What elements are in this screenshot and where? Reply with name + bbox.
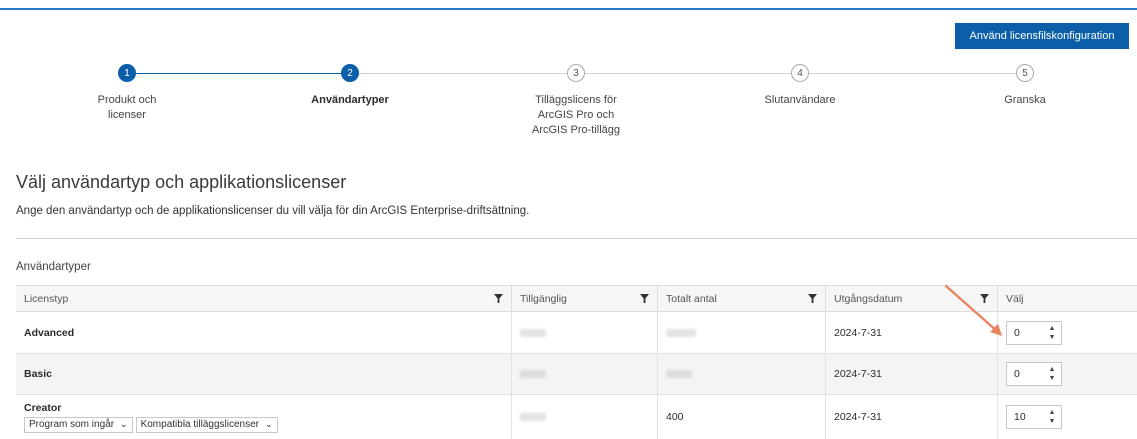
step-1-label: Produkt och licenser (97, 94, 157, 121)
expiry-cell: 2024-7-31 (826, 354, 998, 394)
included-apps-dropdown[interactable]: Program som ingår ⌄ (24, 416, 133, 433)
redacted-value (666, 328, 696, 337)
filter-icon[interactable] (808, 294, 817, 303)
select-cell: 0 ▲ ▼ (998, 354, 1137, 394)
quantity-stepper[interactable]: 10 ▲ ▼ (1006, 405, 1062, 429)
select-cell: 10 ▲ ▼ (998, 395, 1137, 439)
use-license-file-config-button[interactable]: Använd licensfilskonfiguration (955, 23, 1129, 49)
license-type-cell: Basic (16, 354, 512, 394)
compatible-addons-dropdown[interactable]: Kompatibla tilläggslicenser ⌄ (135, 416, 278, 433)
section-divider (16, 238, 1137, 239)
spin-up-icon[interactable]: ▲ (1049, 366, 1056, 373)
stepper-value[interactable]: 0 (1014, 327, 1020, 339)
stepper-spin[interactable]: ▲ ▼ (1047, 409, 1057, 425)
stepper-spin[interactable]: ▲ ▼ (1047, 366, 1057, 382)
dropdown-label: Kompatibla tilläggslicenser (140, 419, 259, 430)
select-cell: 0 ▲ ▼ (998, 312, 1137, 353)
spin-down-icon[interactable]: ▼ (1049, 334, 1056, 341)
total-cell (658, 354, 826, 394)
top-accent-line (0, 8, 1137, 10)
col-header-label: Tillgänglig (520, 293, 567, 305)
spin-down-icon[interactable]: ▼ (1049, 418, 1056, 425)
total-cell: 400 (658, 395, 826, 439)
step-5-label: Granska (1004, 94, 1046, 106)
step-2-circle[interactable]: 2 (341, 64, 359, 82)
total-cell (658, 312, 826, 353)
step-3-label: Tilläggslicens för ArcGIS Pro och ArcGIS P… (531, 94, 621, 136)
stepper-spin[interactable]: ▲ ▼ (1047, 325, 1057, 341)
expiry-cell: 2024-7-31 (826, 395, 998, 439)
redacted-value (520, 328, 546, 337)
page-title: Välj användartyp och applikationslicense… (16, 172, 347, 192)
redacted-value (666, 370, 692, 378)
step-4-label: Slutanvändare (764, 94, 836, 106)
col-header-licenstyp[interactable]: Licenstyp (16, 286, 512, 312)
available-cell (512, 312, 658, 353)
section-title: Användartyper (16, 261, 91, 273)
col-header-label: Utgångsdatum (834, 293, 903, 305)
col-header-label: Licenstyp (24, 293, 69, 305)
table-row: Basic 2024-7-31 0 ▲ ▼ (16, 354, 1137, 395)
license-type-cell: Creator Program som ingår ⌄ Kompatibla ti… (16, 395, 512, 439)
redacted-value (520, 370, 546, 378)
spin-down-icon[interactable]: ▼ (1049, 375, 1056, 382)
annotation-arrow (944, 284, 1002, 336)
dropdown-label: Program som ingår (29, 419, 115, 430)
step-2-label: Användartyper (311, 94, 389, 106)
available-cell (512, 354, 658, 394)
quantity-stepper[interactable]: 0 ▲ ▼ (1006, 320, 1062, 345)
license-type-name: Creator (24, 401, 62, 414)
spin-up-icon[interactable]: ▲ (1049, 409, 1056, 416)
creator-dropdowns: Program som ingår ⌄ Kompatibla tilläggsli… (24, 416, 281, 433)
col-header-totalt-antal[interactable]: Totalt antal (658, 286, 826, 312)
redacted-value (520, 413, 546, 421)
available-cell (512, 395, 658, 439)
chevron-down-icon: ⌄ (264, 419, 273, 429)
license-type-cell: Advanced (16, 312, 512, 353)
step-connector-todo (359, 73, 1027, 74)
page-description: Ange den användartyp och de applikations… (16, 205, 530, 217)
step-3-circle[interactable]: 3 (567, 64, 585, 82)
step-4-circle[interactable]: 4 (791, 64, 809, 82)
step-5-circle[interactable]: 5 (1016, 64, 1034, 82)
col-header-label: Totalt antal (666, 293, 717, 305)
step-connector-done (136, 73, 341, 74)
chevron-down-icon: ⌄ (120, 419, 128, 429)
filter-icon[interactable] (640, 294, 649, 303)
col-header-tillganglig[interactable]: Tillgänglig (512, 286, 658, 312)
step-1-circle[interactable]: 1 (118, 64, 136, 82)
col-header-valj: Välj (998, 286, 1137, 312)
filter-icon[interactable] (494, 294, 503, 303)
table-row: Creator Program som ingår ⌄ Kompatibla ti… (16, 395, 1137, 439)
quantity-stepper[interactable]: 0 ▲ ▼ (1006, 362, 1062, 386)
spin-up-icon[interactable]: ▲ (1049, 325, 1056, 332)
stepper-value[interactable]: 10 (1014, 411, 1026, 423)
stepper-value[interactable]: 0 (1014, 368, 1020, 380)
